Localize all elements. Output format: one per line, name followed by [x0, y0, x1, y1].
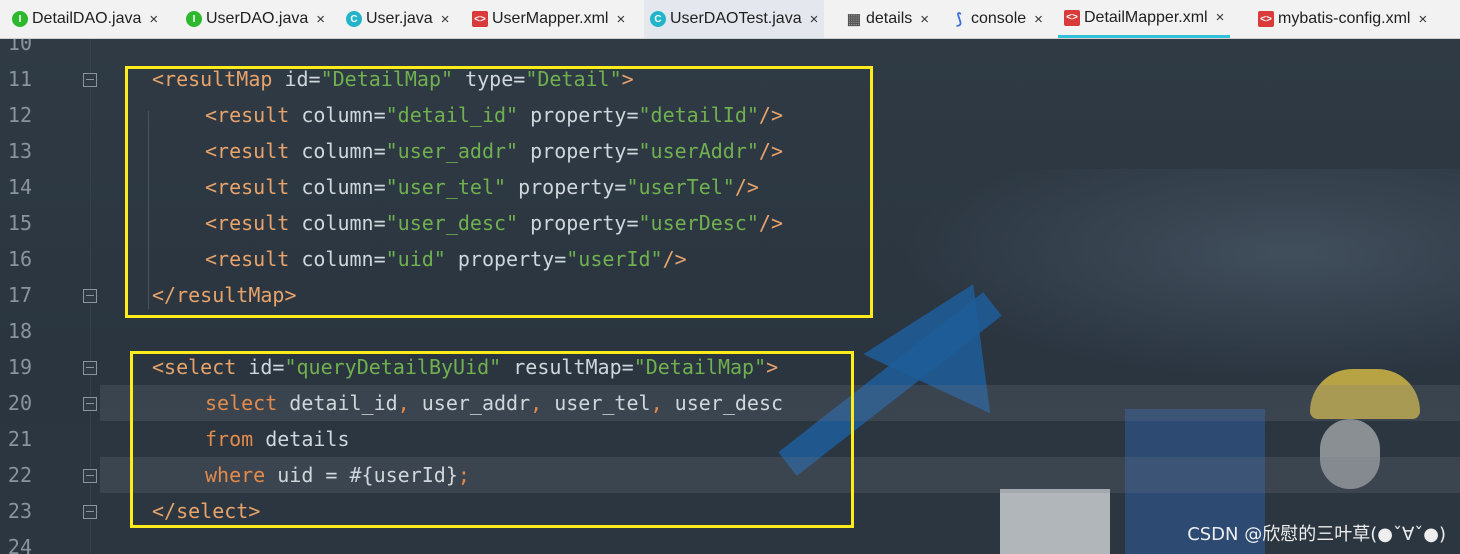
tab-userdaotest-java[interactable]: C UserDAOTest.java ×	[644, 0, 825, 38]
console-icon: ⟆	[956, 11, 962, 28]
tab-console[interactable]: ⟆ console ×	[945, 0, 1049, 38]
line-number: 18	[7, 319, 32, 343]
code-editor[interactable]: 10 11 <resultMap id="DetailMap" type="Deta…	[0, 39, 1460, 554]
line-number: 12	[7, 103, 32, 127]
tab-detaildao-java[interactable]: I DetailDAO.java ×	[6, 0, 164, 38]
line-number: 14	[7, 175, 32, 199]
line-number: 13	[7, 139, 32, 163]
close-icon[interactable]: ×	[1418, 11, 1427, 28]
code-line[interactable]: 10	[0, 39, 1460, 61]
tab-details[interactable]: ▦ details ×	[840, 0, 935, 38]
tab-label: mybatis-config.xml	[1278, 10, 1411, 27]
line-number: 20	[7, 391, 32, 415]
fold-toggle-icon[interactable]	[83, 469, 97, 483]
line-number: 23	[7, 499, 32, 523]
test-class-icon: C	[650, 11, 666, 27]
fold-toggle-icon[interactable]	[83, 361, 97, 375]
class-icon: C	[346, 11, 362, 27]
annotation-box-select	[130, 351, 854, 528]
tab-mybatis-config-xml[interactable]: <> mybatis-config.xml ×	[1252, 0, 1433, 38]
line-number: 15	[7, 211, 32, 235]
tab-usermapper-xml[interactable]: <> UserMapper.xml ×	[466, 0, 631, 38]
line-number: 21	[7, 427, 32, 451]
fold-toggle-icon[interactable]	[83, 289, 97, 303]
interface-icon: I	[12, 11, 28, 27]
tab-label: console	[971, 10, 1027, 27]
tab-label: UserDAO.java	[206, 10, 309, 27]
close-icon[interactable]: ×	[316, 11, 325, 28]
xml-file-icon: <>	[1064, 9, 1080, 26]
close-icon[interactable]: ×	[149, 11, 158, 28]
xml-file-icon: <>	[472, 11, 488, 27]
fold-toggle-icon[interactable]	[83, 73, 97, 87]
tab-label: UserDAOTest.java	[670, 10, 802, 27]
tab-label: details	[866, 10, 913, 27]
line-number: 16	[7, 247, 32, 271]
tab-label: DetailMapper.xml	[1084, 8, 1208, 26]
close-icon[interactable]: ×	[1216, 9, 1225, 26]
tab-label: User.java	[366, 10, 433, 27]
line-number: 22	[7, 463, 32, 487]
line-number: 11	[7, 67, 32, 91]
fold-toggle-icon[interactable]	[83, 505, 97, 519]
interface-icon: I	[186, 11, 202, 27]
tab-userdao-java[interactable]: I UserDAO.java ×	[180, 0, 331, 38]
close-icon[interactable]: ×	[810, 11, 819, 28]
table-icon: ▦	[846, 11, 862, 28]
close-icon[interactable]: ×	[441, 11, 450, 28]
editor-tab-bar: I DetailDAO.java × I UserDAO.java × C User.java…	[0, 0, 1460, 39]
close-icon[interactable]: ×	[1034, 11, 1043, 28]
annotation-box-resultmap	[125, 66, 873, 318]
tab-label: DetailDAO.java	[32, 10, 142, 27]
line-number: 17	[7, 283, 32, 307]
fold-toggle-icon[interactable]	[83, 397, 97, 411]
close-icon[interactable]: ×	[920, 11, 929, 28]
close-icon[interactable]: ×	[616, 11, 625, 28]
tab-detailmapper-xml[interactable]: <> DetailMapper.xml ×	[1058, 0, 1231, 38]
xml-file-icon: <>	[1258, 11, 1274, 27]
code-line[interactable]: 18	[0, 313, 1460, 349]
line-number: 10	[7, 39, 32, 55]
watermark-text: CSDN @欣慰的三叶草(●ˇ∀ˇ●)	[1187, 524, 1446, 545]
line-number: 24	[7, 535, 32, 554]
tab-label: UserMapper.xml	[492, 10, 609, 27]
tab-user-java[interactable]: C User.java ×	[340, 0, 455, 38]
line-number: 19	[7, 355, 32, 379]
